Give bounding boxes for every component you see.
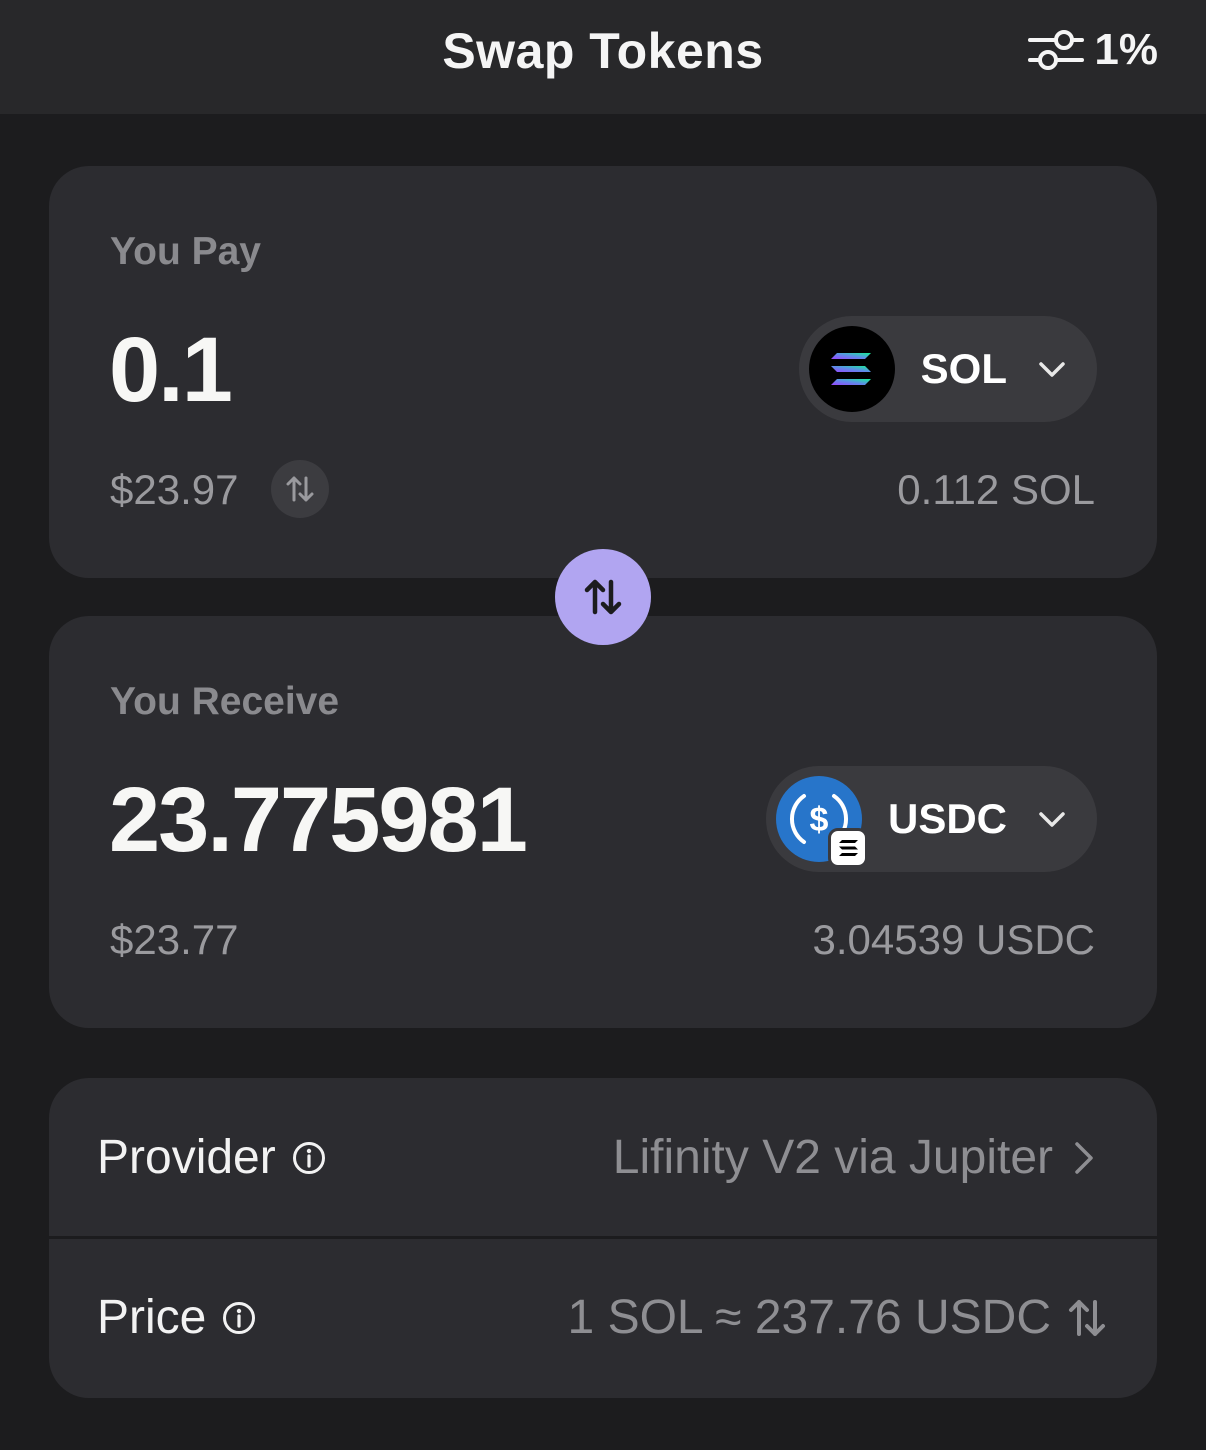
receive-token-name: USDC bbox=[887, 795, 1007, 842]
receive-card: You Receive 23.775981 $ USDC $23.77 3.04… bbox=[49, 616, 1157, 1028]
receive-usd-value: $23.77 bbox=[110, 916, 239, 963]
swap-direction-button[interactable] bbox=[555, 549, 651, 645]
swap-arrows-icon bbox=[584, 579, 622, 615]
receive-label: You Receive bbox=[110, 680, 340, 723]
pay-balance: 0.112 SOL bbox=[897, 466, 1095, 513]
sliders-icon bbox=[1028, 30, 1085, 70]
info-icon[interactable] bbox=[222, 1301, 256, 1335]
price-value: 1 SOL ≈ 237.76 USDC bbox=[567, 1291, 1051, 1344]
receive-balance: 3.04539 USDC bbox=[812, 916, 1096, 963]
price-row: Price 1 SOL ≈ 237.76 USDC bbox=[49, 1238, 1157, 1398]
receive-token-selector[interactable]: $ USDC bbox=[765, 766, 1097, 872]
pay-token-selector[interactable]: SOL bbox=[798, 316, 1097, 422]
pay-amount-input[interactable]: 0.1 bbox=[109, 318, 233, 423]
chevron-down-icon bbox=[1039, 812, 1065, 827]
svg-text:$: $ bbox=[810, 801, 829, 839]
slippage-value: 1% bbox=[1094, 25, 1158, 74]
chevron-right-icon bbox=[1075, 1141, 1093, 1174]
pay-card: You Pay 0.1 SOL $23.97 0.112 SOL bbox=[49, 166, 1157, 578]
quote-info-card: Provider Lifinity V2 via Jupiter Price 1… bbox=[49, 1078, 1157, 1398]
slippage-settings-button[interactable]: 1% bbox=[1028, 24, 1158, 76]
sol-token-icon bbox=[808, 326, 895, 412]
header-bar: Swap Tokens 1% bbox=[0, 0, 1206, 114]
chevron-down-icon bbox=[1039, 362, 1065, 377]
receive-amount: 23.775981 bbox=[109, 769, 528, 871]
info-icon[interactable] bbox=[292, 1141, 326, 1175]
pay-usd-value: $23.97 bbox=[110, 466, 239, 513]
provider-row[interactable]: Provider Lifinity V2 via Jupiter bbox=[49, 1078, 1157, 1238]
usdc-token-icon: $ bbox=[775, 776, 868, 868]
swap-arrows-icon bbox=[286, 476, 314, 502]
invert-price-icon[interactable] bbox=[1065, 1296, 1109, 1340]
pay-label: You Pay bbox=[110, 230, 261, 273]
provider-value: Lifinity V2 via Jupiter bbox=[612, 1131, 1053, 1184]
price-label: Price bbox=[97, 1291, 207, 1344]
provider-label: Provider bbox=[97, 1131, 276, 1184]
toggle-currency-button[interactable] bbox=[271, 460, 329, 518]
page-title: Swap Tokens bbox=[442, 23, 764, 79]
pay-token-name: SOL bbox=[920, 345, 1007, 392]
solana-network-badge bbox=[827, 828, 868, 868]
